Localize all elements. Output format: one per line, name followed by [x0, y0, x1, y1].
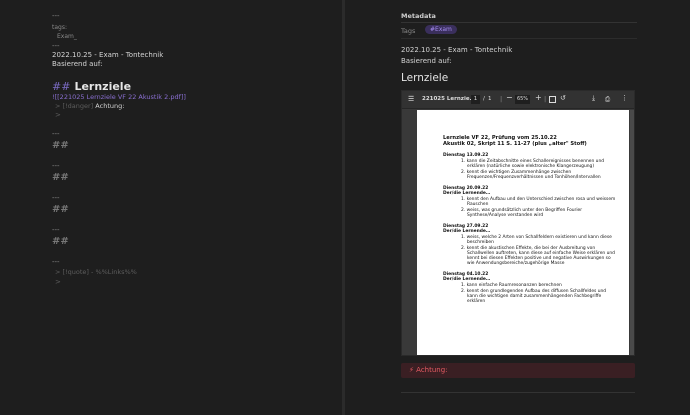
preview-pane[interactable]: Metadata Tags #Exam 2022.10.25 - Exam - …	[345, 0, 690, 415]
tags-value[interactable]: Exam_	[57, 32, 77, 41]
pdf-title-2: Akustik 02, Skript 11 S. 11-27 (plus „al…	[443, 141, 587, 147]
zoom-level[interactable]: 65%	[515, 95, 530, 104]
pdf-date-1: Dienstag 13.09.22	[443, 153, 489, 158]
danger-icon: ⚡	[409, 366, 414, 374]
metadata-bottom-divider	[401, 38, 637, 39]
empty-heading-4[interactable]: ##	[52, 237, 69, 247]
preview-title-line: 2022.10.25 - Exam - Tontechnik	[401, 46, 513, 54]
metadata-title[interactable]: Metadata	[401, 12, 436, 20]
separator-4[interactable]: ---	[52, 226, 60, 235]
pdf-viewer[interactable]: ☰ 221025 Lernzie... 1 / 1 | − 65% + | ↺ …	[401, 90, 635, 356]
heading-text: Lernziele	[74, 80, 132, 93]
callout-text: Achtung:	[95, 102, 125, 110]
pdf-text: Der/die Lernende…	[443, 191, 491, 196]
pdf-text: beschreiben	[467, 240, 494, 245]
empty-heading-1[interactable]: ##	[52, 141, 69, 151]
tag-pill[interactable]: #Exam	[425, 25, 457, 34]
page-number-input[interactable]: 1	[471, 95, 480, 104]
menu-icon[interactable]: ☰	[408, 95, 414, 103]
print-icon[interactable]: ⎙	[605, 95, 610, 104]
zoom-out-icon[interactable]: −	[506, 93, 513, 102]
quote-continuation[interactable]: >	[55, 278, 61, 287]
download-icon[interactable]: ⤓	[592, 94, 595, 103]
tags-label: Tags	[401, 27, 416, 35]
pdf-text: kann die wichtigen damit zusammenhängend…	[467, 294, 602, 299]
pdf-toolbar: ☰ 221025 Lernzie... 1 / 1 | − 65% + | ↺ …	[402, 91, 634, 109]
callout-title: ⚡ Achtung:	[409, 366, 448, 374]
callout-line[interactable]: > [!danger] Achtung:	[55, 102, 124, 111]
pdf-text: 1. kann einfache Raumresonanzen berechne…	[461, 283, 562, 288]
callout-prefix: > [!danger]	[55, 102, 94, 110]
editor-pane[interactable]: --- tags: Exam_ --- 2022.10.25 - Exam - …	[0, 0, 342, 415]
separator-2[interactable]: ---	[52, 162, 60, 171]
pdf-text: Der/die Lernende…	[443, 277, 491, 282]
callout-label: Achtung:	[416, 366, 448, 374]
heading-marker: ##	[52, 80, 71, 93]
pdf-scrollbar[interactable]	[630, 110, 634, 355]
empty-heading-3[interactable]: ##	[52, 205, 69, 215]
bottom-divider	[401, 392, 635, 393]
based-on-line[interactable]: Basierend auf:	[52, 60, 102, 69]
zoom-in-icon[interactable]: +	[535, 93, 542, 102]
separator-1[interactable]: ---	[52, 130, 60, 139]
pdf-text: Synthese/Analyse verstanden wird	[467, 213, 544, 218]
fit-page-icon[interactable]	[549, 96, 556, 103]
callout-continuation[interactable]: >	[55, 111, 61, 120]
toolbar-divider-1: |	[500, 95, 503, 103]
page-total: 1	[488, 96, 492, 102]
rotate-icon[interactable]: ↺	[560, 94, 566, 102]
frontmatter-close[interactable]: ---	[52, 42, 60, 51]
pdf-text: Der/die Lernende…	[443, 229, 491, 234]
pdf-text: erklären	[467, 299, 486, 304]
frontmatter-open[interactable]: ---	[52, 12, 60, 21]
pdf-text: erklären (natürliche sowie elektronische…	[467, 164, 595, 169]
page-separator: /	[483, 96, 485, 102]
separator-3[interactable]: ---	[52, 194, 60, 203]
danger-callout[interactable]: ⚡ Achtung:	[401, 363, 635, 378]
empty-heading-2[interactable]: ##	[52, 173, 69, 183]
metadata-divider	[401, 22, 637, 23]
pdf-filename: 221025 Lernzie...	[422, 96, 476, 102]
separator-5[interactable]: ---	[52, 258, 60, 267]
pdf-page: Lernziele VF 22, Prüfung vom 25.10.22 Ak…	[417, 110, 629, 355]
title-line[interactable]: 2022.10.25 - Exam - Tontechnik	[52, 51, 163, 60]
more-options-icon[interactable]: ⋮	[621, 94, 628, 102]
quote-callout-line[interactable]: > [!quote] - %%Links%%	[55, 268, 137, 277]
heading-line[interactable]: ## Lernziele	[52, 80, 131, 93]
toolbar-divider-2: |	[544, 95, 547, 103]
tags-key[interactable]: tags:	[52, 23, 67, 32]
preview-based-on: Basierend auf:	[401, 57, 452, 65]
pdf-text: Frequenzen/Frequenzverhältnissen und Ton…	[467, 175, 601, 180]
pdf-text: Rauschen	[467, 202, 489, 207]
pdf-text: wie Anwendungsbereiche/zugehörige Masse	[467, 261, 565, 266]
pdf-embed-link[interactable]: ![[221025 Lernziele VF 22 Akustik 2.pdf]…	[52, 93, 186, 102]
preview-heading: Lernziele	[401, 72, 449, 84]
